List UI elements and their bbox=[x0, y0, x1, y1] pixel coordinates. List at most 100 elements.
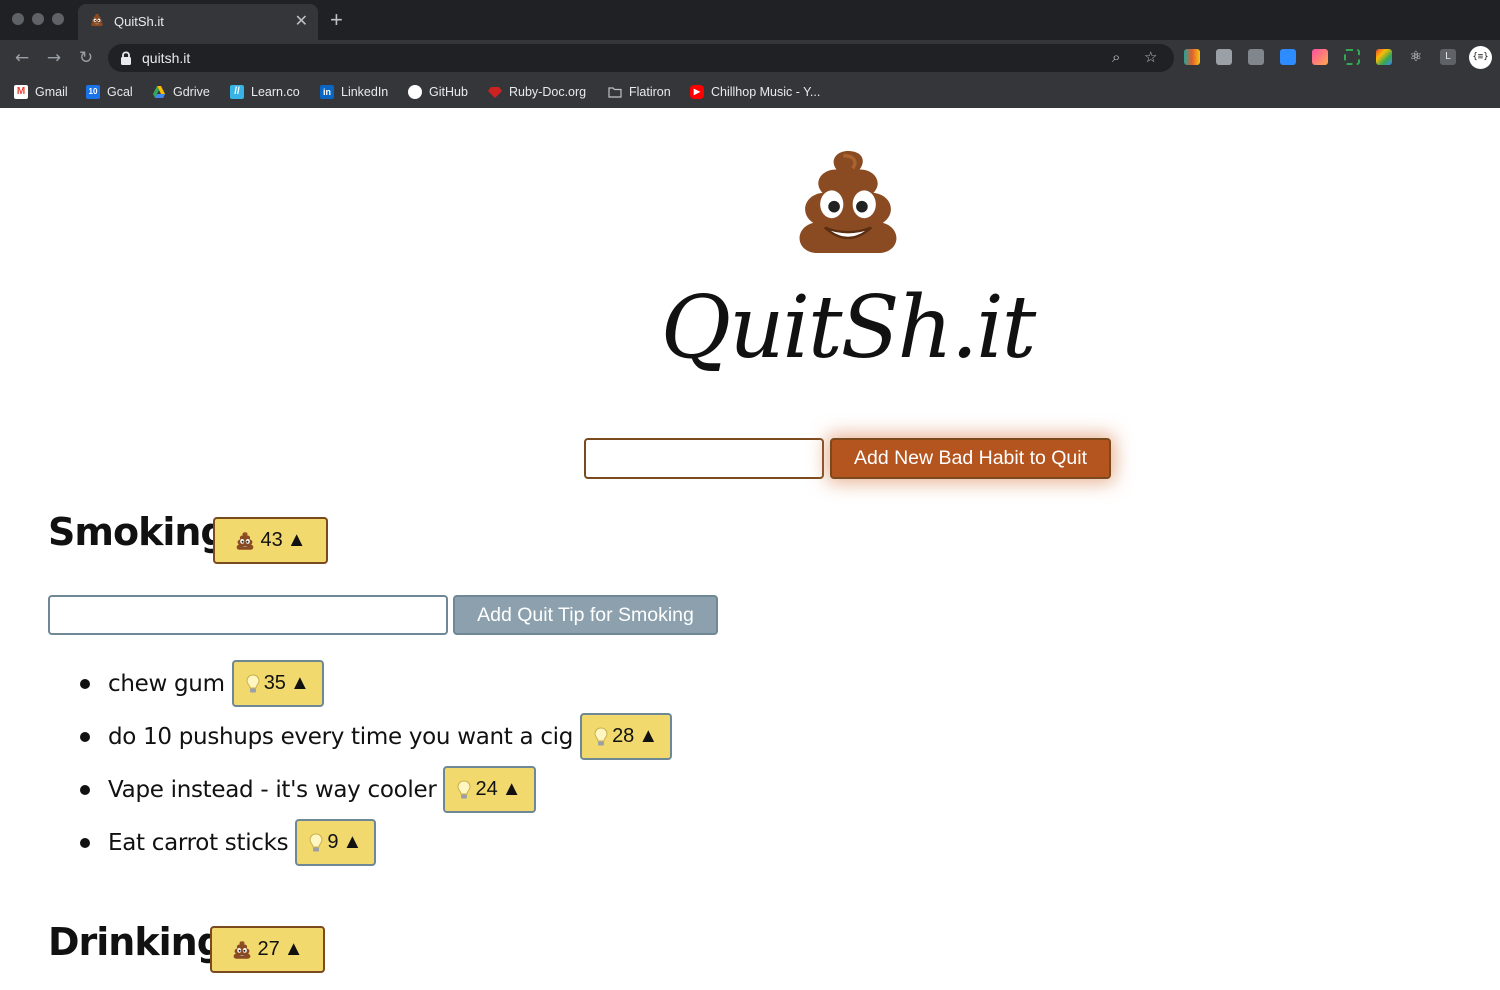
bookmark-label: Gcal bbox=[107, 85, 133, 99]
bullet bbox=[80, 784, 90, 795]
bullet bbox=[80, 837, 90, 848]
tip-list-item: Vape instead - it's way cooler 24 ▲ bbox=[80, 766, 536, 813]
github-icon bbox=[408, 85, 422, 99]
zoom-icon[interactable]: ⌕ bbox=[1112, 48, 1120, 66]
vote-count: 43 bbox=[260, 529, 283, 551]
bookmark-label: Ruby-Doc.org bbox=[509, 85, 587, 99]
gmail-icon: M bbox=[14, 85, 28, 99]
linkedin-icon: in bbox=[320, 85, 334, 99]
profile-avatar[interactable]: {≡} bbox=[1469, 46, 1492, 69]
new-tab-button[interactable]: + bbox=[330, 9, 343, 31]
page-content: QuitSh.it Add New Bad Habit to Quit Smok… bbox=[0, 108, 1500, 990]
bookmark-label: LinkedIn bbox=[341, 85, 389, 99]
close-window-dot[interactable] bbox=[12, 13, 24, 25]
tip-list-item: chew gum 35 ▲ bbox=[80, 660, 324, 707]
youtube-icon: ▶ bbox=[690, 85, 704, 99]
poop-emoji-icon bbox=[790, 144, 906, 260]
upvote-arrow-icon: ▲ bbox=[342, 831, 363, 853]
bookmark-gcal[interactable]: 10 Gcal bbox=[86, 82, 133, 102]
ruby-doc-icon bbox=[488, 87, 502, 98]
lock-icon bbox=[121, 51, 131, 65]
bookmark-label: Learn.co bbox=[251, 85, 300, 99]
new-tip-input[interactable] bbox=[48, 595, 448, 635]
tab-close-icon[interactable]: ✕ bbox=[295, 11, 308, 31]
bookmark-label: GitHub bbox=[429, 85, 468, 99]
reload-icon[interactable]: ↻ bbox=[74, 46, 98, 70]
google-drive-icon bbox=[153, 86, 165, 98]
bookmark-label: Gmail bbox=[35, 85, 68, 99]
lightbulb-icon bbox=[309, 833, 323, 853]
tip-text: chew gum bbox=[108, 670, 225, 697]
lightbulb-icon bbox=[457, 780, 471, 800]
extension-color-icon[interactable] bbox=[1312, 49, 1328, 65]
extension-font-icon[interactable] bbox=[1248, 49, 1264, 65]
extension-zoom-icon[interactable] bbox=[1280, 49, 1296, 65]
bookmark-github[interactable]: GitHub bbox=[408, 82, 468, 102]
tip-text: Vape instead - it's way cooler bbox=[108, 776, 437, 803]
bookmark-gmail[interactable]: M Gmail bbox=[14, 82, 68, 102]
poop-favicon-icon bbox=[90, 13, 104, 27]
add-habit-button[interactable]: Add New Bad Habit to Quit bbox=[830, 438, 1111, 479]
upvote-arrow-icon: ▲ bbox=[638, 725, 659, 747]
google-calendar-icon: 10 bbox=[86, 85, 100, 99]
poop-emoji-icon bbox=[231, 940, 253, 960]
bullet bbox=[80, 678, 90, 689]
extension-l-icon[interactable]: L bbox=[1440, 49, 1456, 65]
bookmark-learn-co[interactable]: // Learn.co bbox=[230, 82, 300, 102]
browser-toolbar: ← → ↻ quitsh.it ⌕ ☆ bbox=[0, 40, 1500, 76]
extension-magnet-icon[interactable] bbox=[1216, 49, 1232, 65]
tip-text: Eat carrot sticks bbox=[108, 829, 289, 856]
extension-screenshot-icon[interactable] bbox=[1344, 49, 1360, 65]
add-tip-button[interactable]: Add Quit Tip for Smoking bbox=[453, 595, 718, 635]
bookmark-label: Gdrive bbox=[173, 85, 210, 99]
forward-icon[interactable]: → bbox=[42, 46, 66, 70]
browser-tab-quitshit[interactable]: QuitSh.it ✕ bbox=[78, 4, 318, 40]
extension-react-icon[interactable]: ⚛ bbox=[1408, 49, 1424, 65]
vote-count: 27 bbox=[257, 938, 280, 960]
learn-co-icon: // bbox=[230, 85, 244, 99]
app-title: QuitSh.it bbox=[660, 278, 1037, 378]
browser-chrome: QuitSh.it ✕ + ← → ↻ quitsh.it ⌕ ☆ ⚛ L {≡… bbox=[0, 0, 1500, 108]
bookmark-linkedin[interactable]: in LinkedIn bbox=[320, 82, 388, 102]
new-habit-input[interactable] bbox=[584, 438, 824, 479]
extension-palette-icon[interactable] bbox=[1376, 49, 1392, 65]
bookmark-flatiron-folder[interactable]: Flatiron bbox=[608, 82, 671, 102]
bookmark-ruby-doc[interactable]: Ruby-Doc.org bbox=[488, 82, 586, 102]
tab-strip: QuitSh.it ✕ + bbox=[0, 0, 1500, 40]
tip-vote-button[interactable]: 28 ▲ bbox=[580, 713, 673, 760]
poop-emoji-icon bbox=[234, 531, 256, 551]
upvote-arrow-icon: ▲ bbox=[286, 529, 307, 551]
habit-vote-button[interactable]: 43 ▲ bbox=[213, 517, 328, 564]
address-bar[interactable]: quitsh.it ⌕ ☆ bbox=[108, 44, 1174, 72]
lightbulb-icon bbox=[594, 727, 608, 747]
habit-vote-button[interactable]: 27 ▲ bbox=[210, 926, 325, 973]
maximize-window-dot[interactable] bbox=[52, 13, 64, 25]
habit-title: Drinking bbox=[48, 920, 224, 964]
lightbulb-icon bbox=[246, 674, 260, 694]
back-icon[interactable]: ← bbox=[10, 46, 34, 70]
bookmark-chillhop[interactable]: ▶ Chillhop Music - Y... bbox=[690, 82, 820, 102]
tip-text: do 10 pushups every time you want a cig bbox=[108, 723, 574, 750]
tip-vote-button[interactable]: 9 ▲ bbox=[295, 819, 377, 866]
tab-title: QuitSh.it bbox=[114, 14, 164, 29]
bookmark-label: Flatiron bbox=[629, 85, 671, 99]
upvote-arrow-icon: ▲ bbox=[289, 672, 310, 694]
folder-icon bbox=[608, 87, 622, 98]
bookmark-gdrive[interactable]: Gdrive bbox=[152, 82, 210, 102]
tip-list-item: Eat carrot sticks 9 ▲ bbox=[80, 819, 377, 866]
minimize-window-dot[interactable] bbox=[32, 13, 44, 25]
tip-vote-button[interactable]: 35 ▲ bbox=[231, 660, 324, 707]
bookmark-star-icon[interactable]: ☆ bbox=[1144, 48, 1157, 66]
tip-vote-button[interactable]: 24 ▲ bbox=[443, 766, 536, 813]
tip-list-item: do 10 pushups every time you want a cig … bbox=[80, 713, 673, 760]
bullet bbox=[80, 731, 90, 742]
vote-count: 24 bbox=[475, 778, 498, 800]
extension-rainbow-icon[interactable] bbox=[1184, 49, 1200, 65]
upvote-arrow-icon: ▲ bbox=[501, 778, 522, 800]
bookmarks-bar: M Gmail 10 Gcal Gdrive // Learn.co in Li… bbox=[0, 76, 1500, 108]
vote-count: 35 bbox=[263, 672, 286, 694]
vote-count: 28 bbox=[612, 725, 635, 747]
habit-title: Smoking bbox=[48, 510, 228, 554]
vote-count: 9 bbox=[327, 831, 339, 853]
bookmark-label: Chillhop Music - Y... bbox=[711, 85, 821, 99]
